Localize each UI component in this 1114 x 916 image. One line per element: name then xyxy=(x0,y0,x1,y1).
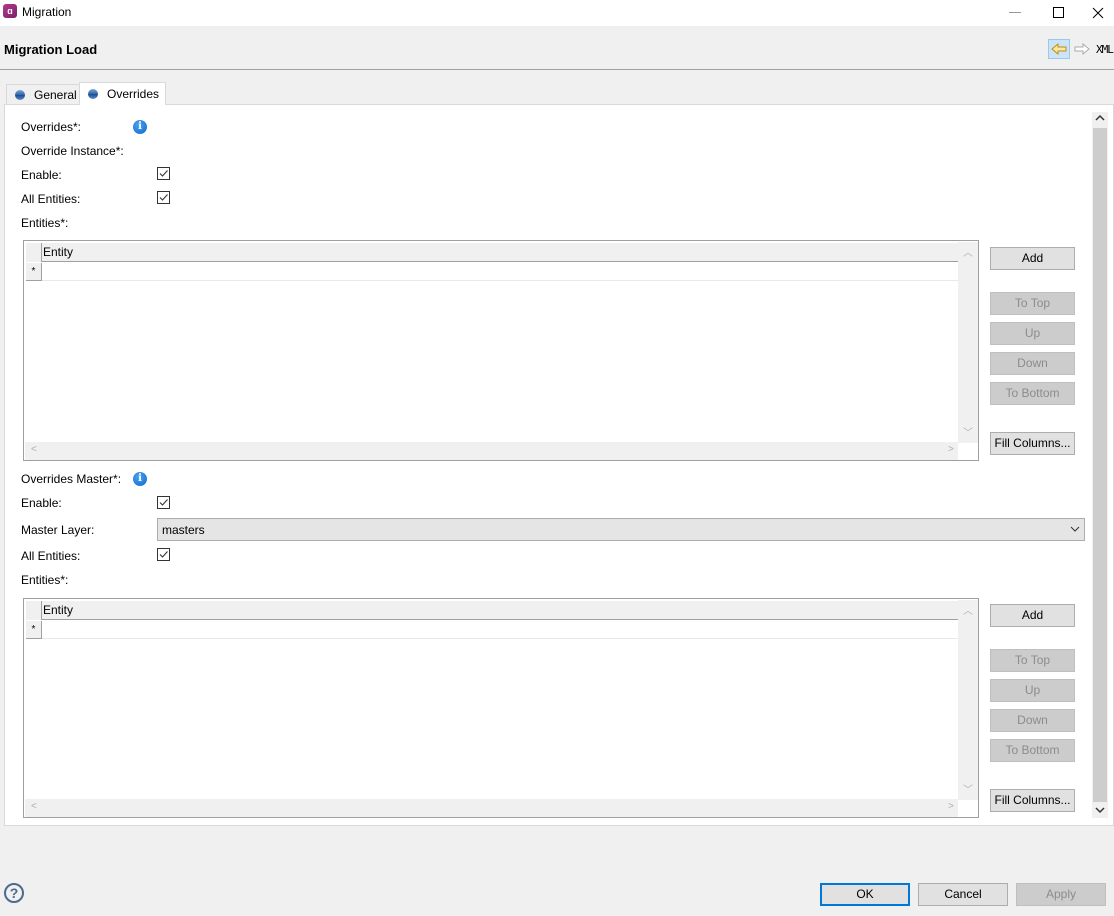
overrides-master-label: Overrides Master*: xyxy=(21,472,122,486)
scrollbar-thumb[interactable] xyxy=(1093,128,1107,802)
column-header-entity[interactable]: Entity xyxy=(43,603,73,617)
table-header: Entity xyxy=(26,243,960,262)
scroll-left-icon[interactable]: < xyxy=(31,801,37,812)
tab-label: General xyxy=(34,88,77,102)
table-header: Entity xyxy=(26,601,960,620)
horizontal-scrollbar[interactable]: < > xyxy=(25,442,958,460)
check-icon xyxy=(159,499,168,506)
check-icon xyxy=(159,194,168,201)
scroll-right-icon[interactable]: > xyxy=(948,444,954,455)
column-header-entity[interactable]: Entity xyxy=(43,245,73,259)
minimize-icon xyxy=(1009,12,1021,13)
vertical-scrollbar[interactable]: ︿ ﹀ xyxy=(958,600,978,800)
arrow-left-icon xyxy=(1051,43,1067,55)
help-icon[interactable]: ? xyxy=(4,883,24,903)
new-row-marker: * xyxy=(26,621,42,639)
master-entities-table[interactable]: Entity * ︿ ﹀ < > xyxy=(23,598,979,818)
tab-general[interactable]: General xyxy=(6,84,80,105)
back-button[interactable] xyxy=(1048,39,1070,59)
master-down-button[interactable]: Down xyxy=(990,709,1075,732)
instance-fill-columns-button[interactable]: Fill Columns... xyxy=(990,432,1075,455)
scroll-up-icon[interactable]: ︿ xyxy=(963,244,973,259)
info-icon[interactable]: i xyxy=(133,120,147,134)
instance-all-entities-label: All Entities: xyxy=(21,192,81,206)
scroll-down-icon[interactable]: ﹀ xyxy=(963,424,973,439)
instance-enable-label: Enable: xyxy=(21,168,62,182)
scroll-up-icon[interactable]: ︿ xyxy=(963,602,973,617)
close-icon xyxy=(1092,7,1104,19)
master-enable-label: Enable: xyxy=(21,496,62,510)
master-to-top-button[interactable]: To Top xyxy=(990,649,1075,672)
scroll-down-icon[interactable] xyxy=(1095,804,1105,818)
instance-enable-checkbox[interactable] xyxy=(157,167,170,180)
scroll-right-icon[interactable]: > xyxy=(948,801,954,812)
instance-all-entities-checkbox[interactable] xyxy=(157,191,170,204)
instance-add-button[interactable]: Add xyxy=(990,247,1075,270)
horizontal-scrollbar[interactable]: < > xyxy=(25,799,958,817)
instance-entities-table[interactable]: Entity * ︿ ﹀ < > xyxy=(23,240,979,461)
forward-button[interactable] xyxy=(1073,39,1091,59)
instance-down-button[interactable]: Down xyxy=(990,352,1075,375)
table-corner xyxy=(26,243,42,262)
master-layer-select[interactable]: masters xyxy=(157,518,1085,541)
chevron-down-icon xyxy=(1070,522,1080,539)
master-up-button[interactable]: Up xyxy=(990,679,1075,702)
tab-label: Overrides xyxy=(107,87,160,101)
arrow-right-icon xyxy=(1074,43,1090,55)
maximize-icon xyxy=(1053,7,1064,18)
override-instance-label: Override Instance*: xyxy=(21,144,124,158)
vertical-scrollbar[interactable]: ︿ ﹀ xyxy=(958,242,978,443)
master-entities-label: Entities*: xyxy=(21,573,69,587)
instance-entities-label: Entities*: xyxy=(21,216,69,230)
window-title: Migration xyxy=(22,5,72,19)
instance-to-bottom-button[interactable]: To Bottom xyxy=(990,382,1075,405)
ok-button[interactable]: OK xyxy=(820,883,910,906)
maximize-button[interactable] xyxy=(1036,0,1082,26)
page-header xyxy=(0,26,1114,70)
check-icon xyxy=(159,170,168,177)
info-icon[interactable]: i xyxy=(133,472,147,486)
cancel-button[interactable]: Cancel xyxy=(918,883,1008,906)
overrides-label: Overrides*: xyxy=(21,120,82,134)
tab-status-icon xyxy=(88,89,98,99)
app-logo-icon: ɑ xyxy=(3,4,17,18)
master-all-entities-checkbox[interactable] xyxy=(157,548,170,561)
instance-up-button[interactable]: Up xyxy=(990,322,1075,345)
master-add-button[interactable]: Add xyxy=(990,604,1075,627)
apply-button[interactable]: Apply xyxy=(1016,883,1106,906)
scroll-left-icon[interactable]: < xyxy=(31,444,37,455)
panel-vertical-scrollbar[interactable] xyxy=(1092,112,1108,818)
check-icon xyxy=(159,551,168,558)
master-layer-value: masters xyxy=(162,523,205,537)
tab-status-icon xyxy=(15,90,25,100)
new-row-marker: * xyxy=(26,263,42,281)
scroll-up-icon[interactable] xyxy=(1095,113,1105,126)
table-row[interactable] xyxy=(42,638,958,639)
table-corner xyxy=(26,601,42,620)
master-all-entities-label: All Entities: xyxy=(21,549,81,563)
minimize-button[interactable] xyxy=(992,0,1038,26)
xml-view-link[interactable]: XML xyxy=(1096,43,1114,56)
page-title: Migration Load xyxy=(4,42,98,57)
window-titlebar: ɑ Migration xyxy=(0,0,1114,26)
instance-to-top-button[interactable]: To Top xyxy=(990,292,1075,315)
table-row[interactable] xyxy=(42,280,958,281)
tab-overrides[interactable]: Overrides xyxy=(79,82,166,105)
master-layer-label: Master Layer: xyxy=(21,523,95,537)
close-button[interactable] xyxy=(1082,0,1114,26)
master-enable-checkbox[interactable] xyxy=(157,496,170,509)
master-to-bottom-button[interactable]: To Bottom xyxy=(990,739,1075,762)
scroll-down-icon[interactable]: ﹀ xyxy=(963,781,973,796)
master-fill-columns-button[interactable]: Fill Columns... xyxy=(990,789,1075,812)
